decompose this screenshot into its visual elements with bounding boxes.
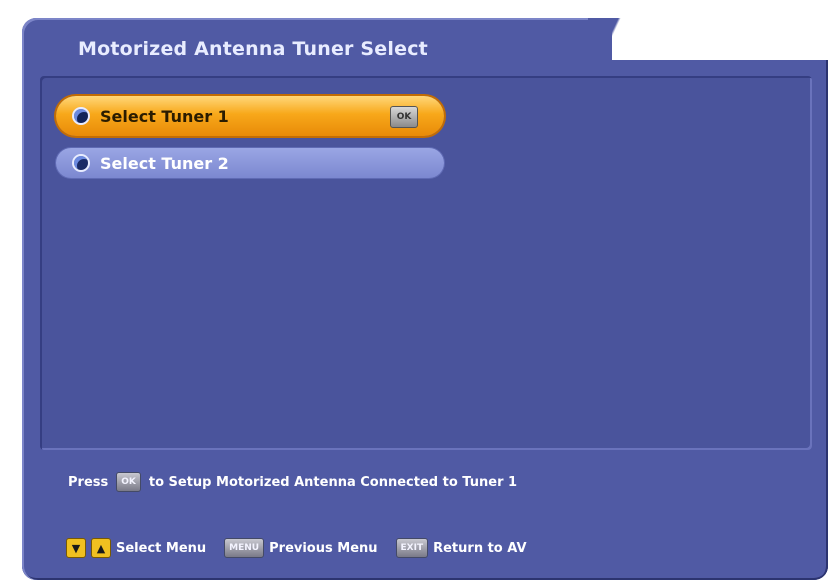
help-text: Press OK to Setup Motorized Antenna Conn…	[68, 472, 517, 492]
radio-icon	[72, 154, 90, 172]
footer-return-label: Return to AV	[433, 540, 527, 556]
page-title: Motorized Antenna Tuner Select	[78, 38, 428, 60]
menu-key-icon: MENU	[224, 538, 265, 558]
footer-return-av: EXIT Return to AV	[395, 538, 527, 558]
menu-item-select-tuner-1[interactable]: Select Tuner 1 OK	[56, 96, 444, 136]
help-suffix: to Setup Motorized Antenna Connected to …	[148, 474, 518, 490]
exit-key-icon: EXIT	[395, 538, 429, 558]
ok-key-icon: OK	[116, 472, 141, 492]
radio-selected-icon	[72, 107, 90, 125]
footer-select-menu: ▼ ▲ Select Menu	[66, 538, 206, 558]
footer-select-label: Select Menu	[116, 540, 207, 556]
arrow-down-icon: ▼	[66, 538, 86, 558]
footer-previous-label: Previous Menu	[269, 540, 378, 556]
arrow-up-icon: ▲	[91, 538, 111, 558]
ok-key-icon: OK	[390, 106, 418, 128]
tv-menu-screen: Motorized Antenna Tuner Select Select Tu…	[0, 0, 840, 588]
menu-item-label: Select Tuner 1	[100, 106, 229, 126]
menu-item-select-tuner-2[interactable]: Select Tuner 2	[56, 148, 444, 178]
footer-previous-menu: MENU Previous Menu	[224, 538, 378, 558]
help-prefix: Press	[68, 474, 109, 490]
footer-legend: ▼ ▲ Select Menu MENU Previous Menu EXIT …	[66, 538, 545, 558]
menu-item-label: Select Tuner 2	[100, 153, 229, 173]
